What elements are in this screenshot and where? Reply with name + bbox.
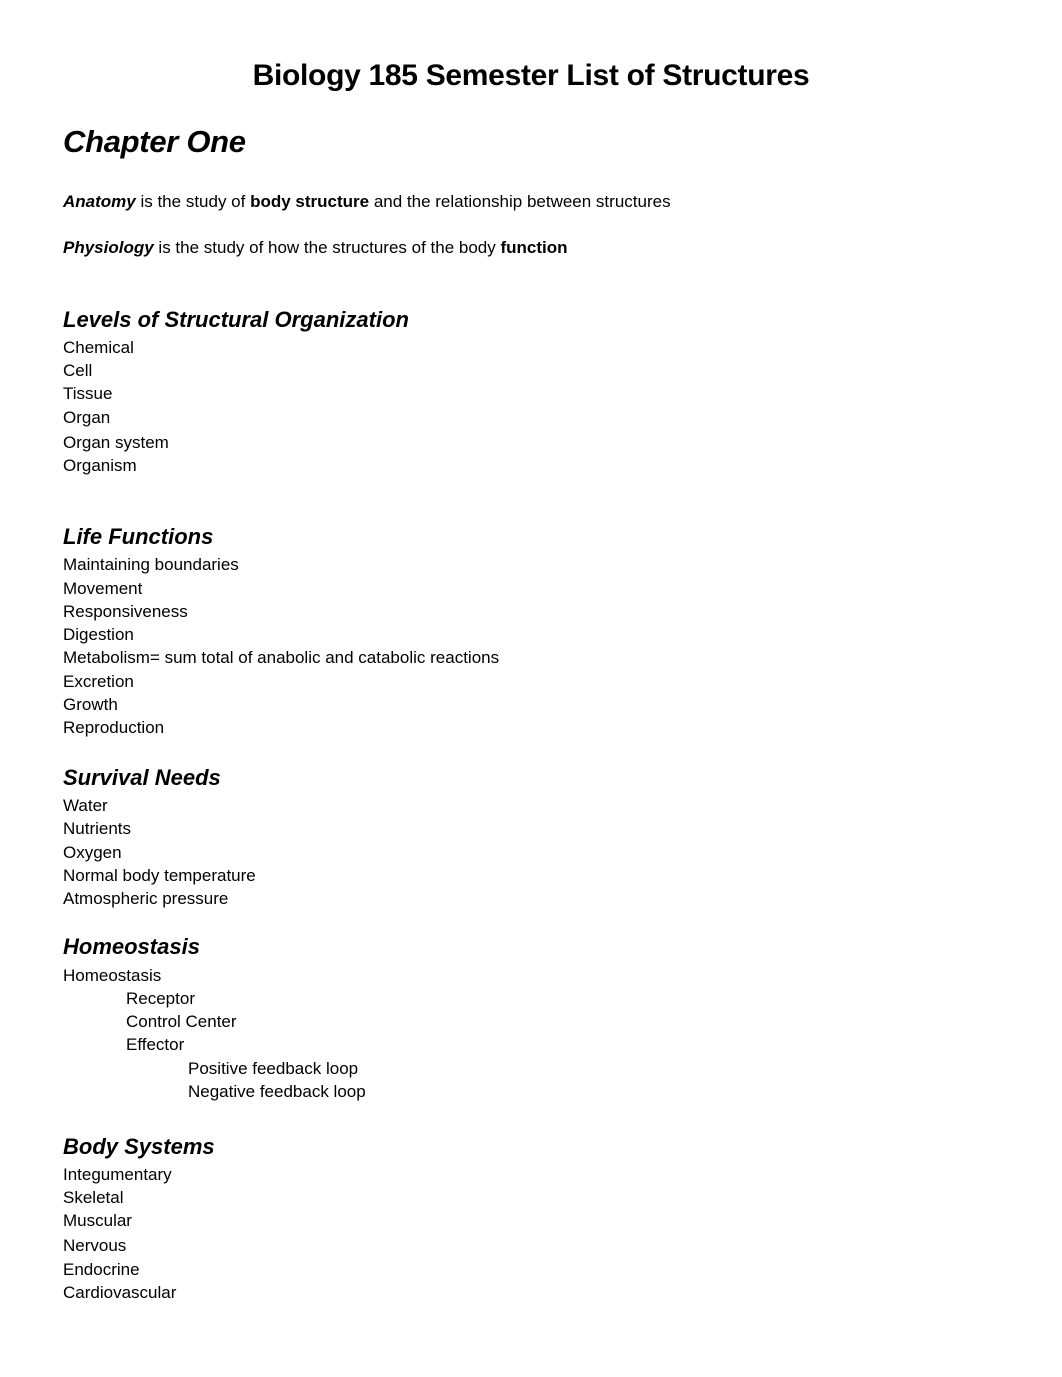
list-item: Water [63,796,108,815]
list-item: Excretion [63,672,134,691]
section-heading-body-systems: Body Systems [63,1134,215,1159]
list-item: Positive feedback loop [188,1059,359,1078]
list-item: Movement [63,579,143,598]
list-item: Chemical [63,338,134,357]
list-item: Tissue [63,384,113,403]
document-page: Biology 185 Semester List of Structures … [0,0,1062,1377]
list-item: Oxygen [63,843,122,862]
section-heading-survival-needs: Survival Needs [63,765,221,790]
list-item: Metabolism= sum total of anabolic and ca… [63,648,500,667]
section-heading-homeostasis: Homeostasis [63,934,200,959]
list-item: Growth [63,695,118,714]
physiology-emphasis: function [500,238,568,257]
list-item: Atmospheric pressure [63,889,229,908]
list-item: Organ system [63,433,169,452]
anatomy-definition: Anatomy is the study of body structure a… [63,191,671,213]
anatomy-text-1: is the study of [135,192,251,211]
chapter-title: Chapter One [63,124,246,159]
section-heading-levels: Levels of Structural Organization [63,307,409,332]
list-item: Normal body temperature [63,866,256,885]
physiology-term: Physiology [63,238,154,257]
list-item: Cardiovascular [63,1283,177,1302]
list-item: Skeletal [63,1188,124,1207]
list-item: Cell [63,361,93,380]
list-item: Organism [63,456,137,475]
document-title: Biology 185 Semester List of Structures [252,59,810,92]
list-item: Integumentary [63,1165,172,1184]
physiology-definition: Physiology is the study of how the struc… [63,237,568,259]
list-item: Homeostasis [63,966,162,985]
physiology-text-1: is the study of how the structures of th… [153,238,501,257]
section-heading-life-functions: Life Functions [63,524,214,549]
list-item: Organ [63,408,111,427]
list-item: Reproduction [63,718,165,737]
list-item: Negative feedback loop [188,1082,366,1101]
anatomy-term: Anatomy [63,192,136,211]
list-item: Nutrients [63,819,132,838]
list-item: Maintaining boundaries [63,555,239,574]
anatomy-text-2: and the relationship between structures [369,192,671,211]
list-item: Responsiveness [63,602,188,621]
list-item: Effector [126,1035,185,1054]
list-item: Endocrine [63,1260,140,1279]
anatomy-emphasis: body structure [250,192,370,211]
list-item: Digestion [63,625,134,644]
list-item: Nervous [63,1236,127,1255]
list-item: Receptor [126,989,195,1008]
list-item: Muscular [63,1211,132,1230]
list-item: Control Center [126,1012,237,1031]
